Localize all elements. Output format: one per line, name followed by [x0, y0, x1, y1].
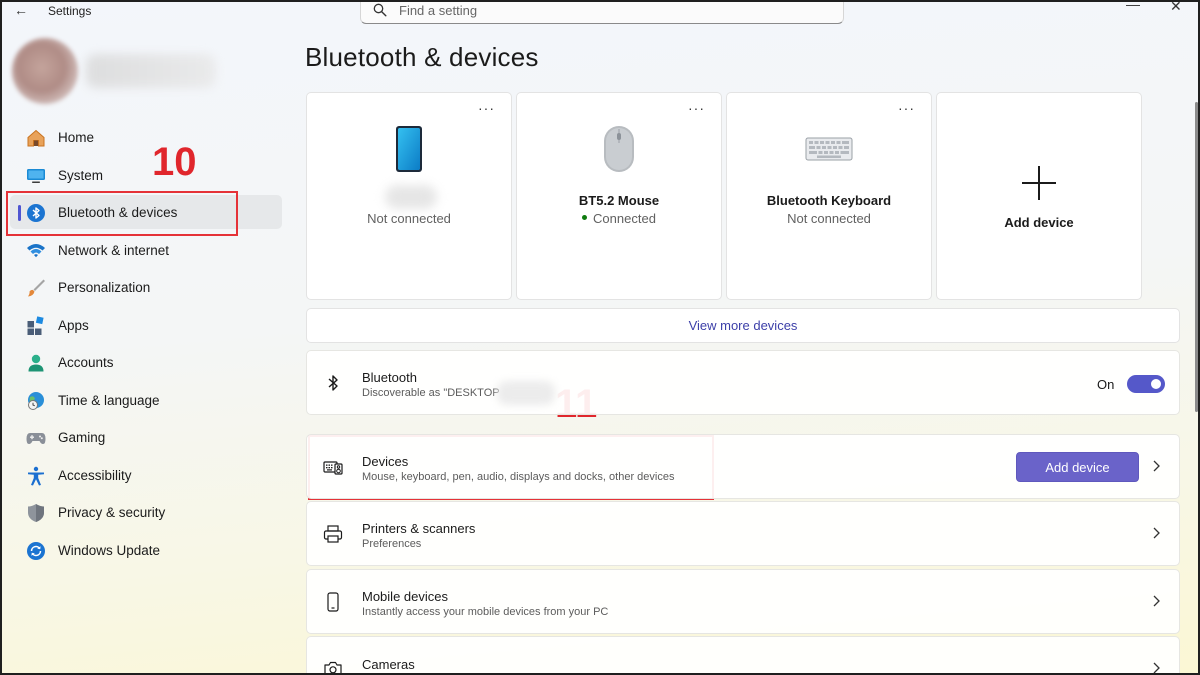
- search-icon: [373, 3, 387, 17]
- device-card-keyboard[interactable]: ··· Bluetooth Keyboard Not connected: [726, 92, 932, 300]
- toggle-state-label: On: [1097, 377, 1115, 392]
- connected-dot-icon: [582, 215, 588, 221]
- avatar[interactable]: [12, 38, 78, 104]
- sidebar-item-label: Gaming: [58, 430, 106, 445]
- device-card-phone[interactable]: ··· Not connected: [306, 92, 512, 300]
- minimize-icon[interactable]: —: [1126, 2, 1140, 12]
- sidebar-item-system[interactable]: System: [10, 158, 282, 192]
- row-title: Devices: [362, 454, 409, 469]
- sidebar-item-label: Accounts: [58, 355, 114, 370]
- mobile-devices-row[interactable]: Mobile devices Instantly access your mob…: [306, 569, 1180, 634]
- app-title: Settings: [48, 4, 92, 18]
- add-device-label: Add device: [1004, 215, 1074, 230]
- chevron-right-icon[interactable]: [1151, 458, 1161, 474]
- system-icon: [27, 168, 45, 183]
- cameras-row[interactable]: Cameras: [306, 636, 1180, 675]
- annotation-step-number: 10: [152, 140, 197, 184]
- sidebar-item-label: System: [58, 167, 104, 183]
- add-device-button[interactable]: Add device: [1016, 452, 1139, 482]
- shield-icon: [28, 504, 44, 522]
- view-more-devices-button[interactable]: View more devices: [306, 308, 1180, 343]
- more-options-icon[interactable]: ···: [688, 101, 705, 115]
- chevron-right-icon[interactable]: [1151, 593, 1161, 609]
- sidebar-item-windows-update[interactable]: Windows Update: [10, 533, 282, 567]
- plus-icon: [1022, 166, 1056, 200]
- apps-icon: [27, 315, 44, 335]
- sidebar-item-accessibility[interactable]: Accessibility: [10, 458, 282, 492]
- printer-icon: [323, 525, 343, 543]
- sidebar-item-apps[interactable]: Apps: [10, 308, 282, 342]
- brush-icon: [28, 279, 45, 297]
- person-icon: [28, 354, 44, 372]
- device-name: BT5.2 Mouse: [578, 193, 660, 208]
- device-name-blurred: [385, 185, 437, 209]
- keyboard-icon: [805, 137, 853, 161]
- settings-window: ← Settings — ✕ Home System: [0, 0, 1200, 675]
- annotation-box-sidebar: [6, 191, 238, 236]
- globe-clock-icon: [28, 391, 44, 410]
- row-title: Printers & scanners: [362, 521, 476, 536]
- sidebar-item-label: Time & language: [58, 392, 160, 408]
- wifi-icon: [27, 243, 45, 257]
- update-icon: [27, 541, 45, 560]
- more-options-icon[interactable]: ···: [478, 101, 495, 115]
- sidebar-item-label: Home: [58, 130, 95, 145]
- accessibility-icon: [28, 466, 44, 485]
- devices-icon: [323, 461, 343, 475]
- bluetooth-icon: [328, 375, 338, 391]
- sidebar-item-accounts[interactable]: Accounts: [10, 345, 282, 379]
- printers-scanners-row[interactable]: Printers & scanners Preferences: [306, 501, 1180, 566]
- close-icon[interactable]: ✕: [1170, 2, 1182, 15]
- sidebar-item-label: Windows Update: [58, 542, 161, 558]
- sidebar-item-label: Apps: [58, 317, 89, 333]
- devices-row[interactable]: Devices Mouse, keyboard, pen, audio, dis…: [306, 434, 1180, 499]
- more-options-icon[interactable]: ···: [898, 101, 915, 115]
- sidebar-item-time-language[interactable]: Time & language: [10, 383, 282, 417]
- home-icon: [27, 129, 45, 147]
- chevron-right-icon[interactable]: [1151, 525, 1161, 541]
- row-title: Cameras: [362, 657, 415, 672]
- sidebar-item-privacy-security[interactable]: Privacy & security: [10, 495, 282, 529]
- sidebar-item-home[interactable]: Home: [10, 120, 282, 154]
- bluetooth-row: Bluetooth Discoverable as "DESKTOP On: [306, 350, 1180, 415]
- sidebar-item-label: Privacy & security: [58, 505, 166, 520]
- row-title: Mobile devices: [362, 589, 448, 604]
- phone-icon: [396, 126, 422, 172]
- row-subtitle: Preferences: [362, 538, 422, 550]
- page-title: Bluetooth & devices: [305, 42, 539, 72]
- bluetooth-toggle[interactable]: [1127, 375, 1165, 393]
- device-card-mouse[interactable]: ··· BT5.2 Mouse Connected: [516, 92, 722, 300]
- search-box[interactable]: [360, 2, 844, 24]
- device-status-text: Connected: [593, 211, 656, 226]
- device-name: Bluetooth Keyboard: [766, 193, 892, 208]
- sidebar-item-label: Personalization: [58, 280, 151, 295]
- sidebar-item-label: Accessibility: [58, 467, 132, 483]
- row-subtitle: Mouse, keyboard, pen, audio, displays an…: [362, 471, 675, 483]
- gamepad-icon: [26, 433, 46, 444]
- row-title: Bluetooth: [362, 370, 417, 385]
- row-subtitle: Discoverable as "DESKTOP: [362, 387, 500, 399]
- camera-icon: [324, 661, 342, 673]
- sidebar-nav: Home System Bluetooth & devices Network …: [10, 120, 282, 570]
- profile-name-blurred: [86, 54, 216, 88]
- sidebar-item-label: Network & internet: [58, 242, 170, 258]
- add-device-card[interactable]: Add device: [936, 92, 1142, 300]
- sidebar-item-gaming[interactable]: Gaming: [10, 420, 282, 454]
- search-input[interactable]: [399, 2, 819, 19]
- device-status: Connected: [517, 211, 721, 226]
- row-subtitle: Instantly access your mobile devices fro…: [362, 606, 609, 618]
- device-name-blurred: [497, 381, 555, 405]
- sidebar-item-network[interactable]: Network & internet: [10, 233, 282, 267]
- toggle-knob: [1151, 379, 1161, 389]
- device-status: Not connected: [787, 211, 871, 226]
- scrollbar[interactable]: [1195, 102, 1198, 412]
- chevron-right-icon[interactable]: [1151, 660, 1161, 675]
- device-status: Not connected: [367, 211, 451, 226]
- sidebar-item-personalization[interactable]: Personalization: [10, 270, 282, 304]
- back-arrow-icon[interactable]: ←: [14, 2, 34, 18]
- mouse-icon: [604, 126, 634, 172]
- mobile-phone-icon: [327, 592, 339, 612]
